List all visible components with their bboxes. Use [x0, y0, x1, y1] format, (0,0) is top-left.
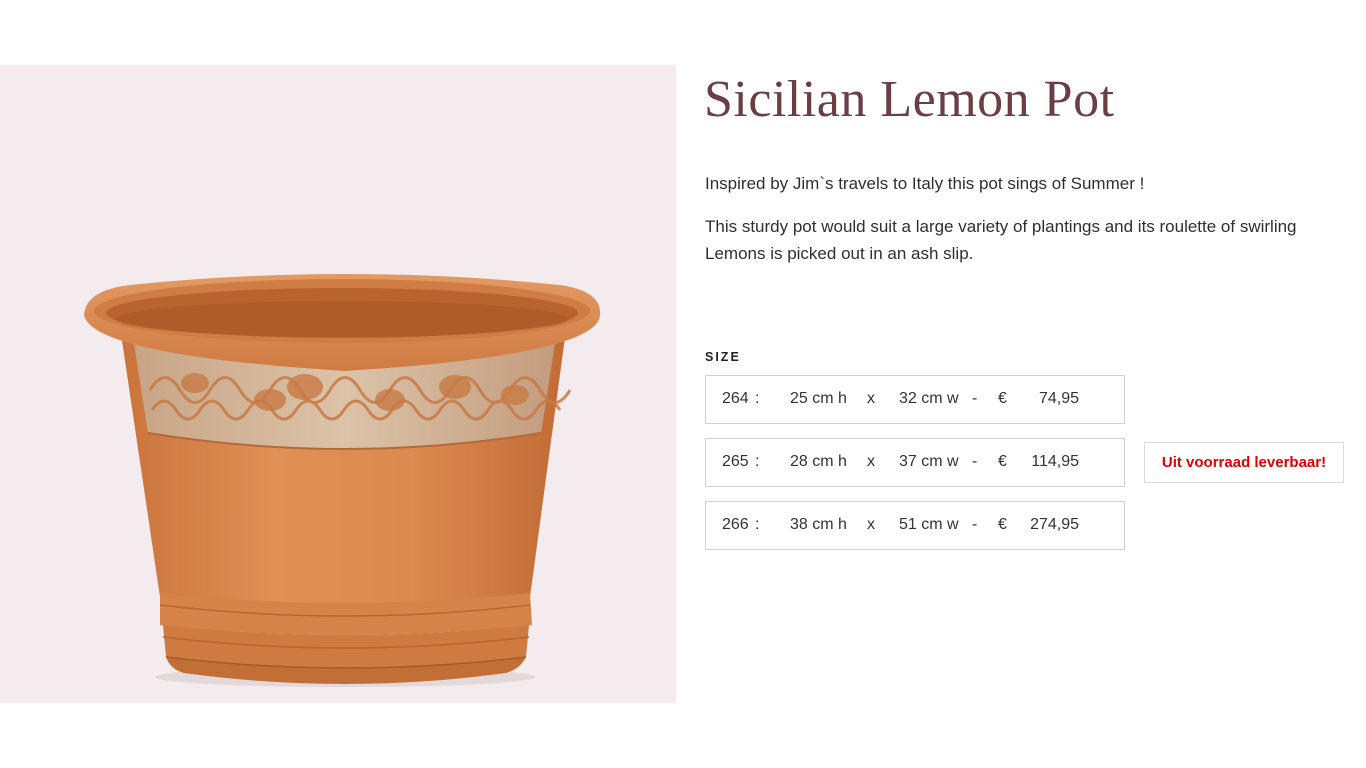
currency-symbol: € — [998, 453, 1007, 470]
size-price: 114,95 — [1031, 453, 1079, 470]
product-description-intro: Inspired by Jim`s travels to Italy this … — [705, 174, 1145, 193]
size-price: 74,95 — [1038, 390, 1079, 407]
size-times: x — [867, 390, 875, 407]
size-separator: : — [755, 453, 760, 470]
size-width: 51 cm w — [899, 516, 959, 533]
size-times: x — [867, 453, 875, 470]
stock-status-badge: Uit voorraad leverbaar! — [1144, 442, 1344, 483]
size-width: 32 cm w — [899, 390, 959, 407]
size-dash: - — [972, 516, 978, 533]
size-price: 274,95 — [1030, 516, 1079, 533]
size-label: SIZE — [705, 350, 741, 364]
size-height: 28 cm h — [790, 453, 847, 470]
size-code: 264 — [722, 390, 749, 407]
size-code: 265 — [722, 453, 749, 470]
size-separator: : — [755, 516, 760, 533]
size-option-266[interactable]: 266 : 38 cm h x 51 cm w - € 274,95 — [705, 501, 1125, 550]
product-image — [0, 65, 676, 703]
product-description-details: This sturdy pot would suit a large varie… — [705, 217, 1297, 263]
size-times: x — [867, 516, 875, 533]
size-width: 37 cm w — [899, 453, 959, 470]
terracotta-pot-illustration — [84, 274, 601, 687]
size-code: 266 — [722, 516, 749, 533]
size-height: 25 cm h — [790, 390, 847, 407]
size-height: 38 cm h — [790, 516, 847, 533]
currency-symbol: € — [998, 516, 1007, 533]
product-title: Sicilian Lemon Pot — [704, 71, 1115, 128]
size-dash: - — [972, 390, 978, 407]
size-option-265[interactable]: 265 : 28 cm h x 37 cm w - € 114,95 — [705, 438, 1125, 487]
size-dash: - — [972, 453, 978, 470]
size-separator: : — [755, 390, 760, 407]
currency-symbol: € — [998, 390, 1007, 407]
size-option-264[interactable]: 264 : 25 cm h x 32 cm w - € 74,95 — [705, 375, 1125, 424]
